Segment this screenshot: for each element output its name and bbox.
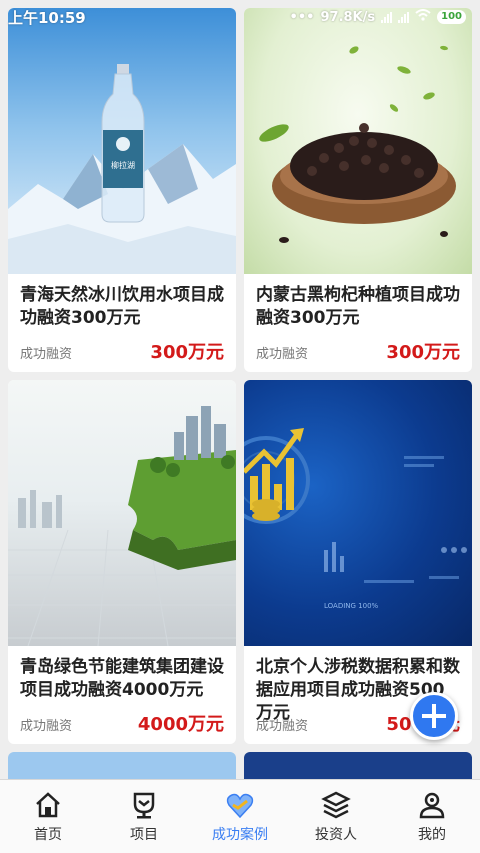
wifi-icon	[415, 9, 431, 25]
add-button[interactable]	[410, 692, 458, 740]
case-card[interactable]: LOADING 100% 北京个人涉税数据积累和数据应用项目成功融资500万元 …	[244, 380, 472, 744]
tab-home[interactable]: 首页	[0, 780, 96, 853]
bottom-tab-bar: 首页 项目 成功案例 投资人 我的	[0, 779, 480, 853]
case-tag: 成功融资	[256, 347, 309, 362]
case-card-partial[interactable]	[8, 752, 236, 782]
case-card[interactable]: 柳拉湖 青海天然冰川饮用水项目成功融资300万元 成功融资 300万元	[8, 8, 236, 372]
card-image-water: 柳拉湖	[8, 8, 236, 274]
tab-label: 投资人	[315, 827, 357, 843]
card-image-goji	[244, 8, 472, 274]
network-speed: 97.8K/s	[320, 9, 376, 25]
card-image-green-building	[8, 380, 236, 646]
tab-project[interactable]: 项目	[96, 780, 192, 853]
signal-icon-2	[398, 11, 410, 23]
case-amount: 300万元	[150, 342, 224, 363]
card-image-data: LOADING 100%	[244, 380, 472, 646]
water-bottle-icon: 柳拉湖	[101, 64, 145, 223]
tab-success-cases[interactable]: 成功案例	[192, 780, 288, 853]
more-dots-icon: •••	[289, 9, 315, 25]
project-icon	[133, 792, 155, 819]
success-case-icon	[226, 793, 254, 819]
profile-icon	[419, 792, 445, 819]
case-tag: 成功融资	[256, 719, 309, 734]
case-card[interactable]: 青岛绿色节能建筑集团建设项目成功融资4000万元 成功融资 4000万元	[8, 380, 236, 744]
tab-profile[interactable]: 我的	[384, 780, 480, 853]
investor-icon	[321, 791, 351, 819]
signal-icon	[381, 11, 393, 23]
battery-icon: 100	[437, 10, 466, 24]
tab-label: 我的	[418, 827, 446, 843]
case-amount: 300万元	[386, 342, 460, 363]
case-card-partial[interactable]	[244, 752, 472, 782]
status-indicators: ••• 97.8K/s 100	[290, 9, 466, 25]
plus-icon	[422, 704, 446, 728]
case-tag: 成功融资	[20, 347, 73, 362]
case-card[interactable]: 内蒙古黑枸杞种植项目成功融资300万元 成功融资 300万元	[244, 8, 472, 372]
tab-label: 成功案例	[212, 827, 268, 843]
tab-label: 项目	[130, 827, 158, 843]
status-bar: 上午10:59 ••• 97.8K/s 100	[0, 0, 480, 34]
tab-label: 首页	[34, 827, 62, 843]
success-case-grid: 柳拉湖 青海天然冰川饮用水项目成功融资300万元 成功融资 300万元 内蒙古黑…	[8, 8, 472, 782]
status-time: 上午10:59	[8, 8, 86, 27]
tab-investor[interactable]: 投资人	[288, 780, 384, 853]
home-icon	[36, 792, 60, 818]
case-amount: 4000万元	[137, 714, 224, 735]
bottle-label: 柳拉湖	[111, 160, 135, 170]
loading-text: LOADING 100%	[324, 602, 379, 610]
case-tag: 成功融资	[20, 719, 73, 734]
